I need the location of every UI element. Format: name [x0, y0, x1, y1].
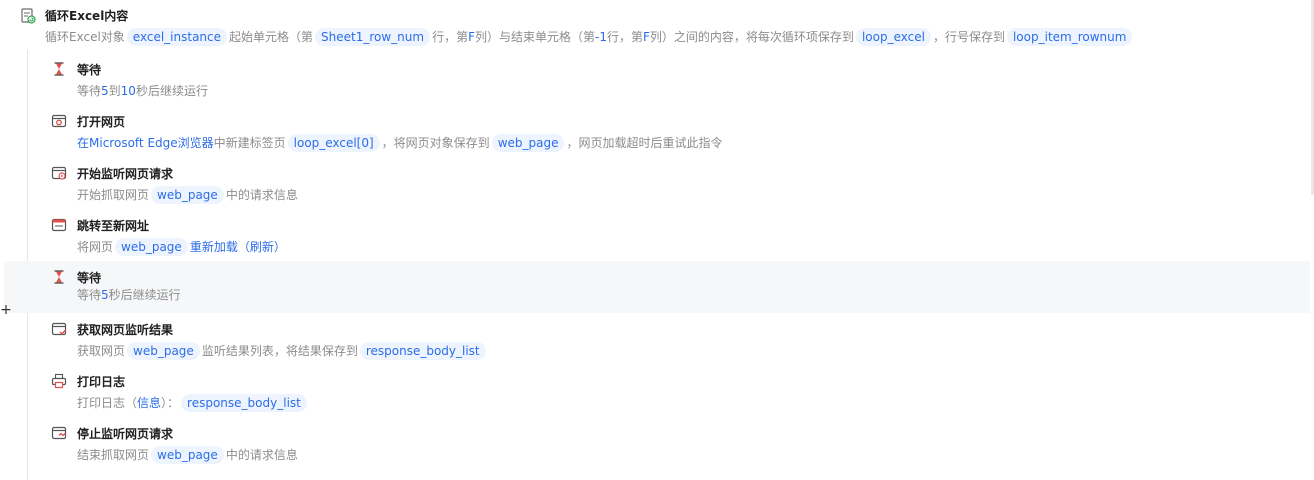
step-description: 获取网页 web_page 监听结果列表，将结果保存到 response_body_l… — [77, 342, 488, 360]
step-description: 在Microsoft Edge浏览器中新建标签页 loop_excel[0] ，将网… — [77, 134, 723, 152]
step-open-webpage[interactable]: 打开网页 在Microsoft Edge浏览器中新建标签页 loop_excel[… — [4, 107, 1310, 159]
variable-token[interactable]: web_page — [491, 134, 565, 152]
hourglass-icon — [54, 270, 64, 284]
step-wait-2[interactable]: 等待 等待5秒后继续运行 — [4, 261, 1310, 313]
step-wait[interactable]: 等待 等待5到10秒后继续运行 — [4, 55, 1310, 107]
variable-token[interactable]: web_page — [151, 186, 224, 204]
step-title: 打印日志 — [77, 375, 126, 389]
step-title: 获取网页监听结果 — [77, 323, 174, 337]
step-title: 等待 — [77, 271, 102, 285]
step-title: 停止监听网页请求 — [77, 427, 174, 441]
loop-description: 循环Excel对象 excel_instance 起始单元格（第 Sheet1_row… — [45, 28, 1134, 46]
step-description: 等待5到10秒后继续运行 — [77, 84, 208, 98]
step-description: 结束抓取网页 web_page 中的请求信息 — [77, 446, 298, 464]
add-step-button[interactable]: + — [0, 303, 12, 317]
step-title: 打开网页 — [77, 115, 126, 129]
variable-token[interactable]: web_page — [151, 446, 224, 464]
step-get-listen-result[interactable]: 获取网页监听结果 获取网页 web_page 监听结果列表，将结果保存到 respon… — [4, 315, 1310, 367]
variable-token[interactable]: loop_excel — [855, 28, 931, 46]
printer-icon — [51, 373, 67, 389]
listen-stop-icon — [51, 426, 67, 440]
loop-title: 循环Excel内容 — [45, 9, 129, 23]
next-step-partial — [51, 474, 171, 480]
variable-token[interactable]: loop_item_rownum — [1006, 28, 1133, 46]
step-print-log[interactable]: 打印日志 打印日志（信息）： response_body_list — [4, 367, 1310, 419]
variable-token[interactable]: web_page — [115, 238, 188, 256]
variable-token[interactable]: loop_excel[0] — [287, 134, 380, 152]
browser-goto-icon — [51, 218, 67, 232]
step-title: 开始监听网页请求 — [77, 167, 174, 181]
step-goto-url[interactable]: 跳转至新网址 将网页 web_page 重新加载（刷新） — [4, 211, 1310, 263]
variable-token[interactable]: response_body_list — [359, 342, 486, 360]
step-description: 开始抓取网页 web_page 中的请求信息 — [77, 186, 298, 204]
variable-token[interactable]: response_body_list — [181, 394, 307, 412]
loop-excel-block[interactable]: 循环Excel内容 循环Excel对象 excel_instance 起始单元格（第… — [0, 0, 1314, 50]
step-title: 等待 — [77, 63, 102, 77]
step-description: 打印日志（信息）： response_body_list — [77, 394, 309, 412]
variable-token[interactable]: excel_instance — [126, 28, 228, 46]
listen-start-icon — [51, 166, 67, 180]
variable-token[interactable]: web_page — [127, 342, 200, 360]
step-description: 等待5秒后继续运行 — [77, 288, 181, 302]
listen-result-icon — [51, 322, 67, 336]
step-description: 将网页 web_page 重新加载（刷新） — [77, 238, 286, 256]
variable-token[interactable]: Sheet1_row_num — [315, 28, 431, 46]
step-start-listen[interactable]: 开始监听网页请求 开始抓取网页 web_page 中的请求信息 — [4, 159, 1310, 211]
browser-open-icon — [51, 114, 67, 128]
step-stop-listen[interactable]: 停止监听网页请求 结束抓取网页 web_page 中的请求信息 — [4, 419, 1310, 471]
hourglass-icon — [54, 62, 64, 76]
excel-loop-icon — [21, 8, 36, 24]
step-title: 跳转至新网址 — [77, 219, 150, 233]
